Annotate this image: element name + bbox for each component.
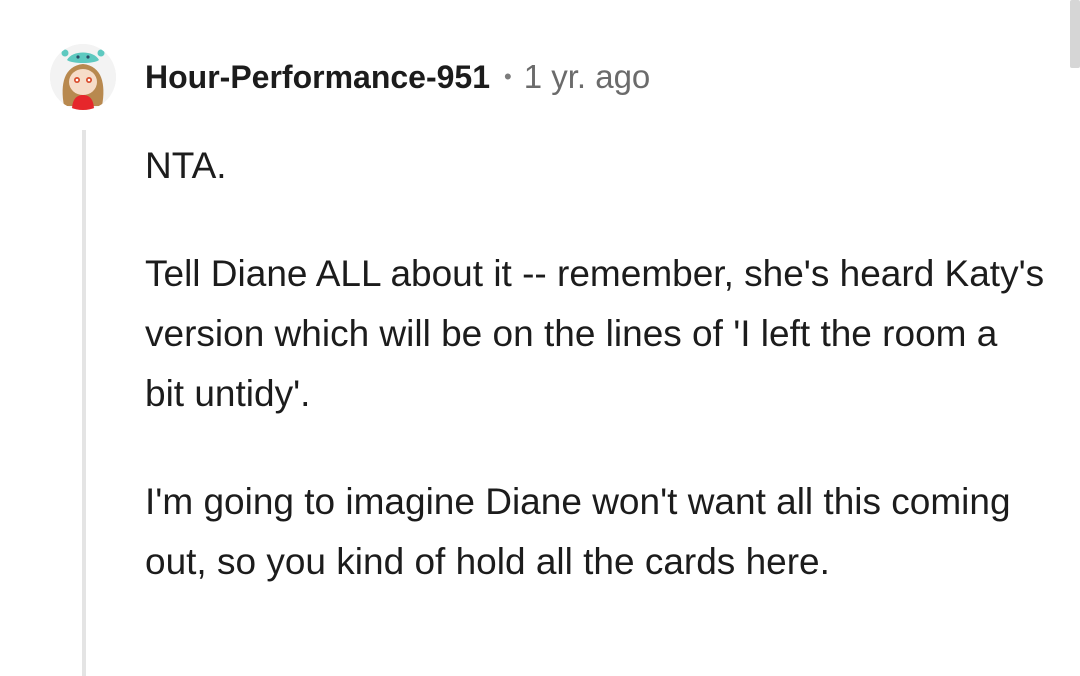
avatar[interactable] [50, 44, 116, 110]
comment-paragraph: I'm going to imagine Diane won't want al… [145, 472, 1045, 592]
thread-line[interactable] [82, 130, 86, 676]
scrollbar[interactable] [1070, 0, 1080, 68]
comment-header: Hour-Performance-951 • 1 yr. ago [50, 42, 650, 112]
comment-paragraph: NTA. [145, 136, 1045, 196]
comment-screen: { "comment": { "author": "Hour-Performan… [0, 0, 1080, 676]
comment-timestamp[interactable]: 1 yr. ago [524, 58, 651, 96]
header-separator: • [504, 64, 512, 90]
snoo-avatar-icon [50, 44, 116, 110]
comment-body: NTA. Tell Diane ALL about it -- remember… [145, 136, 1045, 640]
username-link[interactable]: Hour-Performance-951 [145, 59, 490, 96]
comment-paragraph: Tell Diane ALL about it -- remember, she… [145, 244, 1045, 424]
